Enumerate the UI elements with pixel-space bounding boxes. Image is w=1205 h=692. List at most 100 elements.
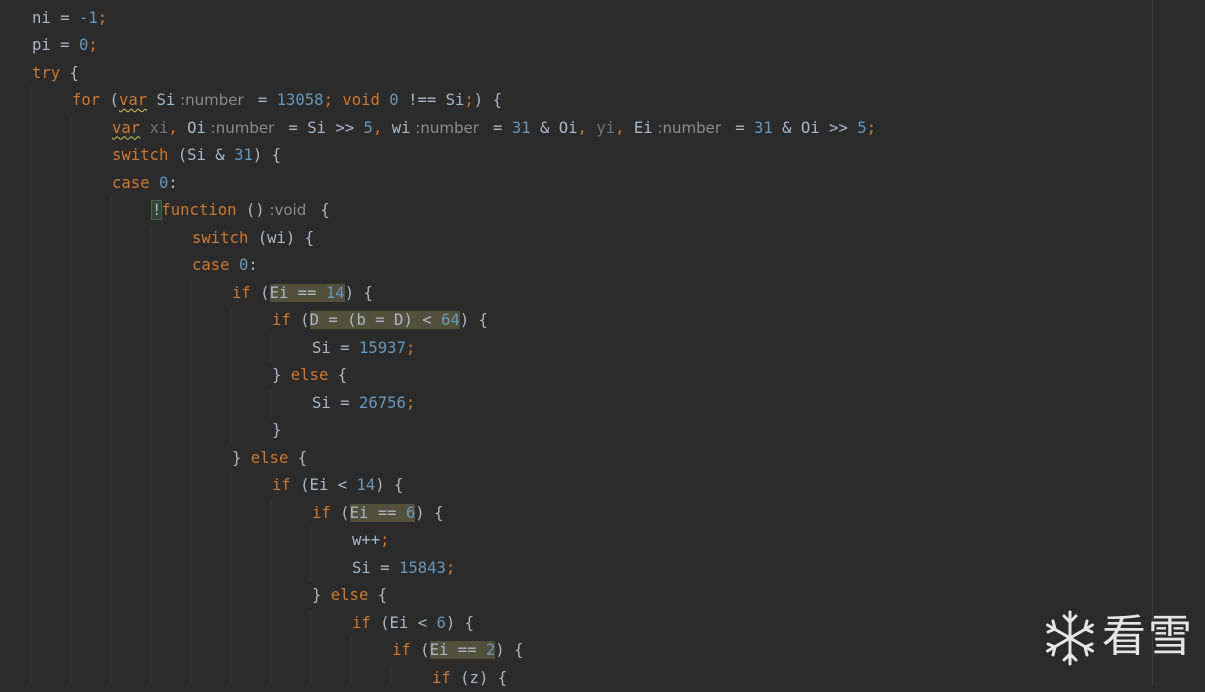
code-token: (	[100, 91, 119, 109]
code-token: for	[72, 91, 100, 109]
code-line[interactable]: pi = 0;	[32, 32, 98, 60]
code-line[interactable]: } else {	[312, 582, 387, 610]
indent-guide	[110, 197, 111, 685]
code-token	[140, 119, 149, 137]
indent-guide	[70, 115, 71, 686]
code-token: var	[112, 119, 140, 137]
code-token: pi	[32, 36, 51, 54]
code-token: {	[288, 449, 307, 467]
code-token: ;	[380, 531, 389, 549]
code-token: 5	[857, 119, 866, 137]
code-token: }	[312, 586, 331, 604]
code-token: if	[432, 669, 451, 687]
watermark-text: 看雪	[1102, 610, 1194, 664]
code-token: ;	[324, 91, 343, 109]
code-token: {	[368, 586, 387, 604]
code-token: 31	[234, 146, 253, 164]
code-line[interactable]: if (Ei == 6) {	[312, 500, 443, 528]
code-token: Ei	[634, 119, 653, 137]
code-token: switch	[112, 146, 168, 164]
code-token: Oi	[187, 119, 206, 137]
code-line[interactable]: if (Ei < 14) {	[272, 472, 403, 500]
code-line[interactable]: switch (wi) {	[192, 225, 314, 253]
code-token: if	[352, 614, 371, 632]
code-line[interactable]: case 0:	[112, 170, 178, 198]
code-line[interactable]: Si = 26756;	[312, 390, 415, 418]
code-token: !== Si	[399, 91, 465, 109]
code-line[interactable]: var xi, Oi :number = Si >> 5, wi :number…	[112, 115, 876, 143]
code-line[interactable]: switch (Si & 31) {	[112, 142, 281, 170]
code-token: (	[251, 284, 270, 302]
code-token: if	[272, 311, 291, 329]
code-token: else	[331, 586, 369, 604]
code-line[interactable]: } else {	[272, 362, 347, 390]
code-line[interactable]: if (D = (b = D) < 64) {	[272, 307, 488, 335]
code-line[interactable]: case 0:	[192, 252, 258, 280]
code-token: ) {	[474, 91, 502, 109]
code-token: ) {	[446, 614, 474, 632]
code-token: =	[726, 119, 754, 137]
code-token: ni	[32, 9, 51, 27]
code-token: =	[248, 91, 276, 109]
code-token: Si =	[312, 394, 359, 412]
code-token: 14	[326, 284, 345, 302]
code-token: ,	[168, 119, 187, 137]
code-token: ) {	[375, 476, 403, 494]
code-token: (	[331, 504, 350, 522]
code-line[interactable]: Si = 15843;	[352, 555, 455, 583]
code-token: if	[272, 476, 291, 494]
code-line[interactable]: w++;	[352, 527, 390, 555]
code-token: function	[161, 201, 236, 219]
indent-guide	[310, 610, 311, 686]
code-token: (Si &	[168, 146, 234, 164]
code-token: (	[291, 311, 310, 329]
code-token: 6	[406, 504, 415, 522]
code-token: 31	[512, 119, 531, 137]
code-token: ;	[464, 91, 473, 109]
code-line[interactable]: if (Ei < 6) {	[352, 610, 474, 638]
code-line[interactable]: !function () :void {	[152, 197, 330, 225]
code-token: & Oi >>	[773, 119, 858, 137]
type-hint: :number	[653, 119, 726, 137]
snowflake-icon	[1040, 608, 1100, 668]
code-token: (	[411, 641, 430, 659]
code-token: wi	[392, 119, 411, 137]
code-line[interactable]: }	[272, 417, 281, 445]
code-token: Ei ==	[270, 284, 326, 302]
code-line[interactable]: for (var Si :number = 13058; void 0 !== …	[72, 87, 502, 115]
indent-guide	[270, 500, 271, 686]
code-token: case	[192, 256, 239, 274]
code-line[interactable]: Si = 15937;	[312, 335, 415, 363]
code-token: Si =	[352, 559, 399, 577]
code-token: ;	[406, 394, 415, 412]
right-margin-line	[1152, 0, 1153, 685]
code-editor[interactable]: ni = -1;pi = 0;try {for (var Si :number …	[0, 0, 1152, 685]
code-token: ) {	[345, 284, 373, 302]
code-token: =	[51, 9, 79, 27]
code-token: ;	[406, 339, 415, 357]
code-token: ) {	[460, 311, 488, 329]
code-token: ,	[578, 119, 597, 137]
indent-guide	[390, 665, 391, 686]
indent-guide	[150, 225, 151, 686]
code-token: 5	[364, 119, 373, 137]
code-token: & Oi	[531, 119, 578, 137]
code-token: (z) {	[451, 669, 507, 687]
indent-guide	[310, 527, 311, 582]
code-token: ;	[88, 36, 97, 54]
code-line[interactable]: if (z) {	[432, 665, 507, 692]
code-token: w++	[352, 531, 380, 549]
code-line[interactable]: } else {	[232, 445, 307, 473]
code-token: (Ei <	[371, 614, 437, 632]
code-line[interactable]: ni = -1;	[32, 5, 107, 33]
code-token: {	[60, 64, 79, 82]
code-token: (wi) {	[248, 229, 314, 247]
code-line[interactable]: if (Ei == 14) {	[232, 280, 373, 308]
indent-guide	[270, 390, 271, 418]
code-token: switch	[192, 229, 248, 247]
code-line[interactable]: if (Ei == 2) {	[392, 637, 523, 665]
code-token: case	[112, 174, 159, 192]
code-token: :	[248, 256, 257, 274]
code-line[interactable]: try {	[32, 60, 79, 88]
type-hint: :number	[206, 119, 279, 137]
